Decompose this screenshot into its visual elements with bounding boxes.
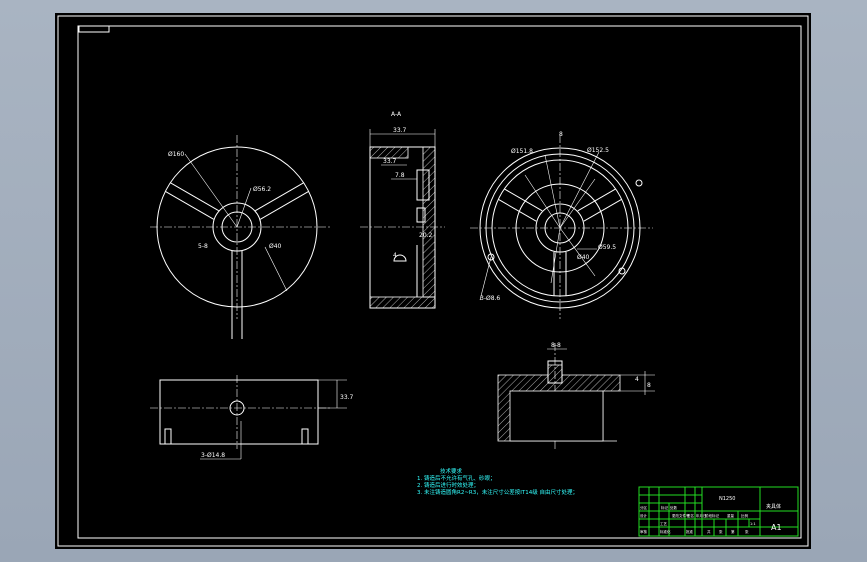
dim-d4: Ø40 xyxy=(577,254,590,261)
dim-bb-r1: 4 xyxy=(635,376,639,383)
notes-line-3: 3. 未注铸造圆角R2~R3，未注尺寸公差按IT14级 自由尺寸处理； xyxy=(417,488,578,496)
hdr-label-0: 标记 xyxy=(661,505,669,510)
hdr-label-4: 签名 xyxy=(687,513,694,518)
row-label-0: 设计 xyxy=(640,513,648,518)
title-scale: 1:1 xyxy=(750,522,756,526)
top-left-view: Ø160 Ø56.2 Ø40 5-8 xyxy=(150,135,330,339)
notes-title: 技术要求 xyxy=(440,467,463,475)
hdr-label-2: 分区 xyxy=(640,505,648,510)
title-block: N1250 夹具体 A1 标记 处数 分区 更改文件号 签名 年月日 设计 审核… xyxy=(638,486,799,537)
row-label-4: 批准 xyxy=(686,529,694,534)
dim-bb-r2: 8 xyxy=(647,382,651,389)
drawing-viewport[interactable]: Ø160 Ø56.2 Ø40 5-8 A-A 33.7 33.7 7.8 20.… xyxy=(55,13,811,549)
dim-slot: 5-8 xyxy=(198,243,208,250)
dim-section-a: 33.7 xyxy=(383,158,397,165)
dim-d3: Ø59.5 xyxy=(598,244,616,251)
dim-outer-diameter: Ø160 xyxy=(168,151,184,158)
stage-label-2: 比例 xyxy=(741,513,749,518)
stage-label-1: 重量 xyxy=(727,513,735,518)
cad-drawing: Ø160 Ø56.2 Ø40 5-8 A-A 33.7 33.7 7.8 20.… xyxy=(57,15,809,547)
footer-label-1: 张 xyxy=(719,529,723,534)
notes-line-1: 1. 铸造后不允许有气孔、砂眼； xyxy=(417,474,496,482)
dim-section-width: 33.7 xyxy=(393,127,407,134)
footer-label-0: 共 xyxy=(707,529,711,534)
front-view: 33.7 3-Ø14.8 xyxy=(150,375,354,460)
title-sheet-size: A1 xyxy=(771,523,782,532)
stage-label-0: 阶段标记 xyxy=(705,513,719,518)
hdr-label-1: 处数 xyxy=(670,505,678,510)
dim-d2: Ø152.5 xyxy=(587,147,609,154)
dim-front-height: 33.7 xyxy=(340,394,354,401)
row-label-3: 标准化 xyxy=(660,529,671,534)
section-aa-view: A-A 33.7 33.7 7.8 20.2 4 xyxy=(360,111,445,309)
dim-bore-diameter: Ø40 xyxy=(269,243,282,250)
dim-d5: 3-Ø8.6 xyxy=(480,295,500,302)
top-right-view: Ø151.8 Ø152.5 Ø59.5 Ø40 3-Ø8.6 8 xyxy=(470,131,653,319)
row-label-1: 审核 xyxy=(640,529,648,534)
dim-section-c: 20.2 xyxy=(419,232,433,239)
section-bb-view: 8-8 4 8 xyxy=(497,342,655,449)
footer-label-3: 张 xyxy=(745,529,749,534)
footer-label-2: 第 xyxy=(731,529,735,534)
corner-tag xyxy=(78,25,110,33)
dim-section-b: 7.8 xyxy=(395,172,405,179)
dim-front-holes: 3-Ø14.8 xyxy=(201,452,225,459)
notes-line-2: 2. 铸造后进行时效处理； xyxy=(417,481,479,489)
title-part-no: N1250 xyxy=(719,496,735,502)
section-aa-label: A-A xyxy=(391,111,402,118)
dim-section-d: 4 xyxy=(393,252,397,259)
inner-frame xyxy=(77,25,802,539)
title-part-name: 夹具体 xyxy=(766,503,781,510)
dim-inner-diameter: Ø56.2 xyxy=(253,186,271,193)
dim-bb-top: 8-8 xyxy=(551,342,561,349)
dim-right-b: 8 xyxy=(559,131,563,138)
technical-notes: 技术要求 1. 铸造后不允许有气孔、砂眼； 2. 铸造后进行时效处理； 3. 未… xyxy=(417,467,578,496)
dim-d1: Ø151.8 xyxy=(511,148,533,155)
row-label-2: 工艺 xyxy=(660,521,668,526)
